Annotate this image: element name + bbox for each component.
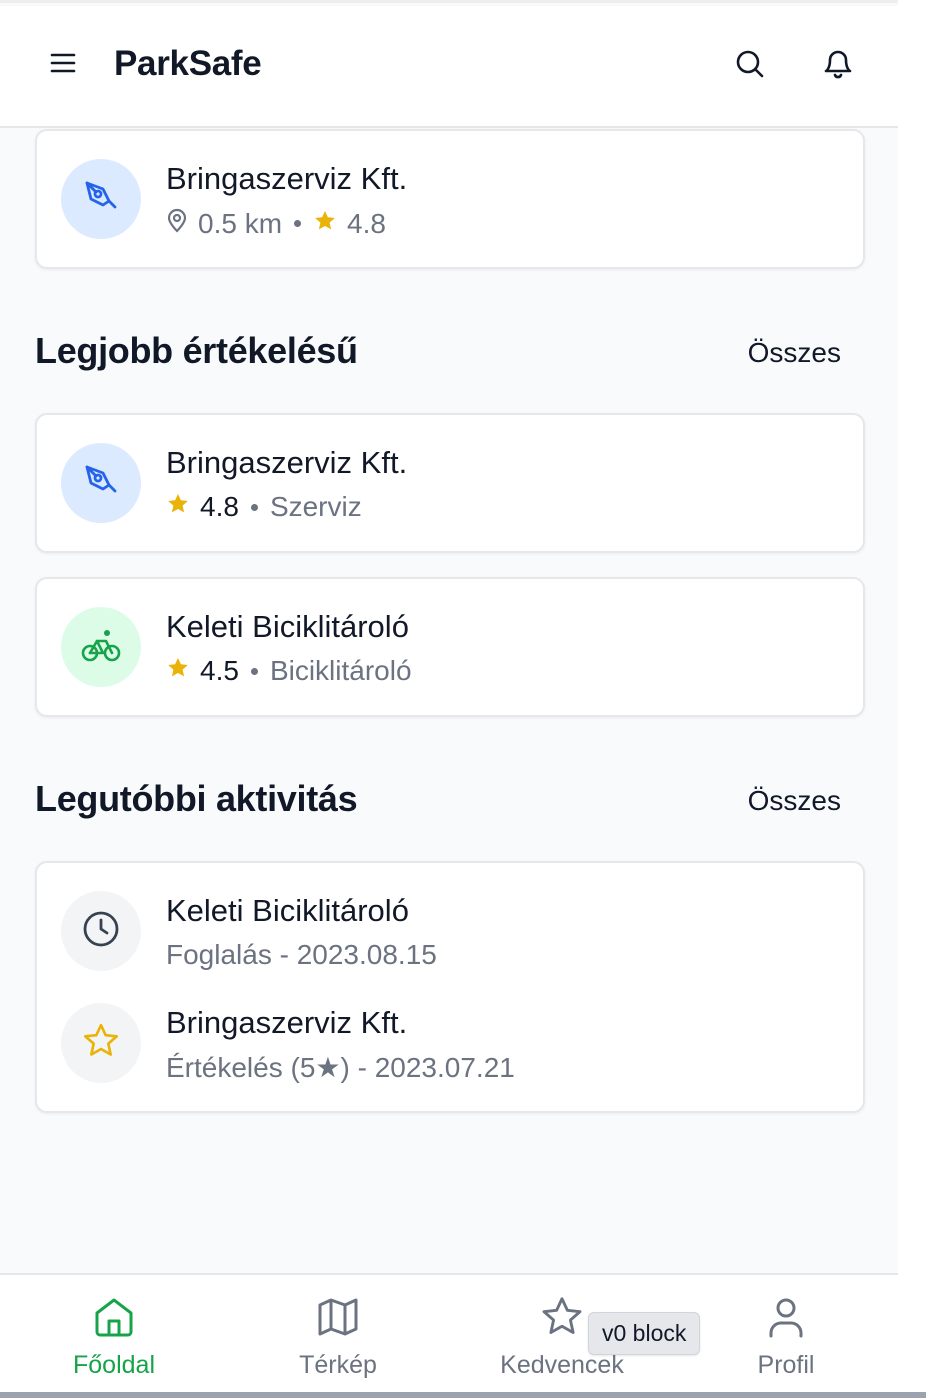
- bottom-navigation: Főoldal Térkép Kedvencek Profil: [0, 1273, 898, 1392]
- nav-item-profile[interactable]: Profil: [696, 1275, 876, 1392]
- nav-label-profile: Profil: [757, 1351, 815, 1379]
- top-rated-rating: 4.8: [200, 491, 239, 522]
- nearby-meta: 0.5 km 4.8: [166, 207, 386, 240]
- nav-label-favorites: Kedvencek: [500, 1351, 624, 1379]
- clock-icon: [81, 909, 121, 954]
- top-rated-card-1[interactable]: Bringaszerviz Kft. 4.8 Szerviz: [35, 413, 865, 553]
- top-rated-card-2[interactable]: Keleti Biciklitároló 4.5 Biciklitároló: [35, 577, 865, 717]
- separator-dot: [294, 220, 302, 227]
- nearby-rating: 4.8: [347, 207, 386, 239]
- top-rated-see-all-link[interactable]: Összes: [748, 337, 841, 369]
- storage-avatar: [61, 607, 141, 687]
- activity-item[interactable]: Bringaszerviz Kft. Értékelés (5★) - 2023…: [37, 975, 863, 1113]
- star-filled-icon: [166, 655, 190, 687]
- location-pin-icon: [166, 207, 188, 240]
- top-rated-rating: 4.5: [200, 655, 239, 686]
- home-icon: [92, 1293, 136, 1341]
- service-avatar: [61, 443, 141, 523]
- separator-dot: [250, 503, 258, 511]
- wrench-icon: [81, 461, 121, 506]
- app-title: ParkSafe: [114, 44, 262, 83]
- activity-detail: Foglalás - 2023.08.15: [166, 939, 437, 970]
- top-rated-category: Biciklitároló: [269, 655, 412, 686]
- notifications-button[interactable]: [818, 46, 858, 86]
- top-rated-title: Keleti Biciklitároló: [166, 609, 409, 644]
- star-outline-icon: [81, 1021, 121, 1066]
- bottom-edge: [0, 1392, 926, 1398]
- nav-item-map[interactable]: Térkép: [248, 1275, 428, 1392]
- star-filled-icon: [166, 491, 190, 523]
- top-rated-heading: Legjobb értékelésű: [35, 330, 358, 371]
- user-icon: [764, 1293, 808, 1341]
- top-rated-meta: 4.8 Szerviz: [166, 491, 362, 523]
- bell-icon: [822, 47, 854, 86]
- right-gutter: [898, 0, 926, 1392]
- nearby-item[interactable]: Bringaszerviz Kft. 0.5 km 4.8: [37, 131, 863, 269]
- search-icon: [734, 48, 766, 85]
- activity-detail: Értékelés (5★) - 2023.07.21: [166, 1052, 515, 1083]
- activity-avatar: [61, 891, 141, 971]
- wrench-icon: [81, 177, 121, 222]
- top-rated-meta: 4.5 Biciklitároló: [166, 655, 412, 687]
- hamburger-icon: [49, 52, 77, 79]
- top-rated-category: Szerviz: [269, 491, 362, 522]
- recent-activity-heading: Legutóbbi aktivitás: [35, 778, 358, 819]
- separator-dot: [250, 667, 258, 675]
- v0-block-tooltip: v0 block: [588, 1312, 701, 1355]
- app-screen: ParkSafe Bringaszerviz Kft. 0.5 km 4.8 L…: [0, 0, 898, 1392]
- nav-label-home: Főoldal: [73, 1351, 155, 1379]
- nearby-distance: 0.5 km: [198, 207, 283, 239]
- activity-title: Keleti Biciklitároló: [166, 893, 409, 928]
- star-filled-icon: [313, 208, 337, 240]
- recent-activity-card: Keleti Biciklitároló Foglalás - 2023.08.…: [35, 861, 865, 1113]
- bike-icon: [80, 625, 122, 670]
- nav-label-map: Térkép: [299, 1351, 377, 1379]
- service-avatar: [61, 159, 141, 239]
- top-rated-item[interactable]: Bringaszerviz Kft. 4.8 Szerviz: [37, 415, 863, 553]
- activity-item[interactable]: Keleti Biciklitároló Foglalás - 2023.08.…: [37, 863, 863, 975]
- star-outline-icon: [539, 1293, 585, 1341]
- top-rated-item[interactable]: Keleti Biciklitároló 4.5 Biciklitároló: [37, 579, 863, 717]
- activity-avatar: [61, 1003, 141, 1083]
- menu-button[interactable]: [44, 46, 82, 84]
- activity-title: Bringaszerviz Kft.: [166, 1005, 408, 1040]
- nearby-card[interactable]: Bringaszerviz Kft. 0.5 km 4.8: [35, 129, 865, 269]
- nearby-title: Bringaszerviz Kft.: [166, 161, 408, 196]
- search-button[interactable]: [730, 46, 770, 86]
- nav-item-home[interactable]: Főoldal: [24, 1275, 204, 1392]
- top-rated-title: Bringaszerviz Kft.: [166, 445, 408, 480]
- recent-activity-see-all-link[interactable]: Összes: [748, 785, 841, 817]
- app-header: ParkSafe: [0, 6, 898, 128]
- map-icon: [316, 1293, 360, 1341]
